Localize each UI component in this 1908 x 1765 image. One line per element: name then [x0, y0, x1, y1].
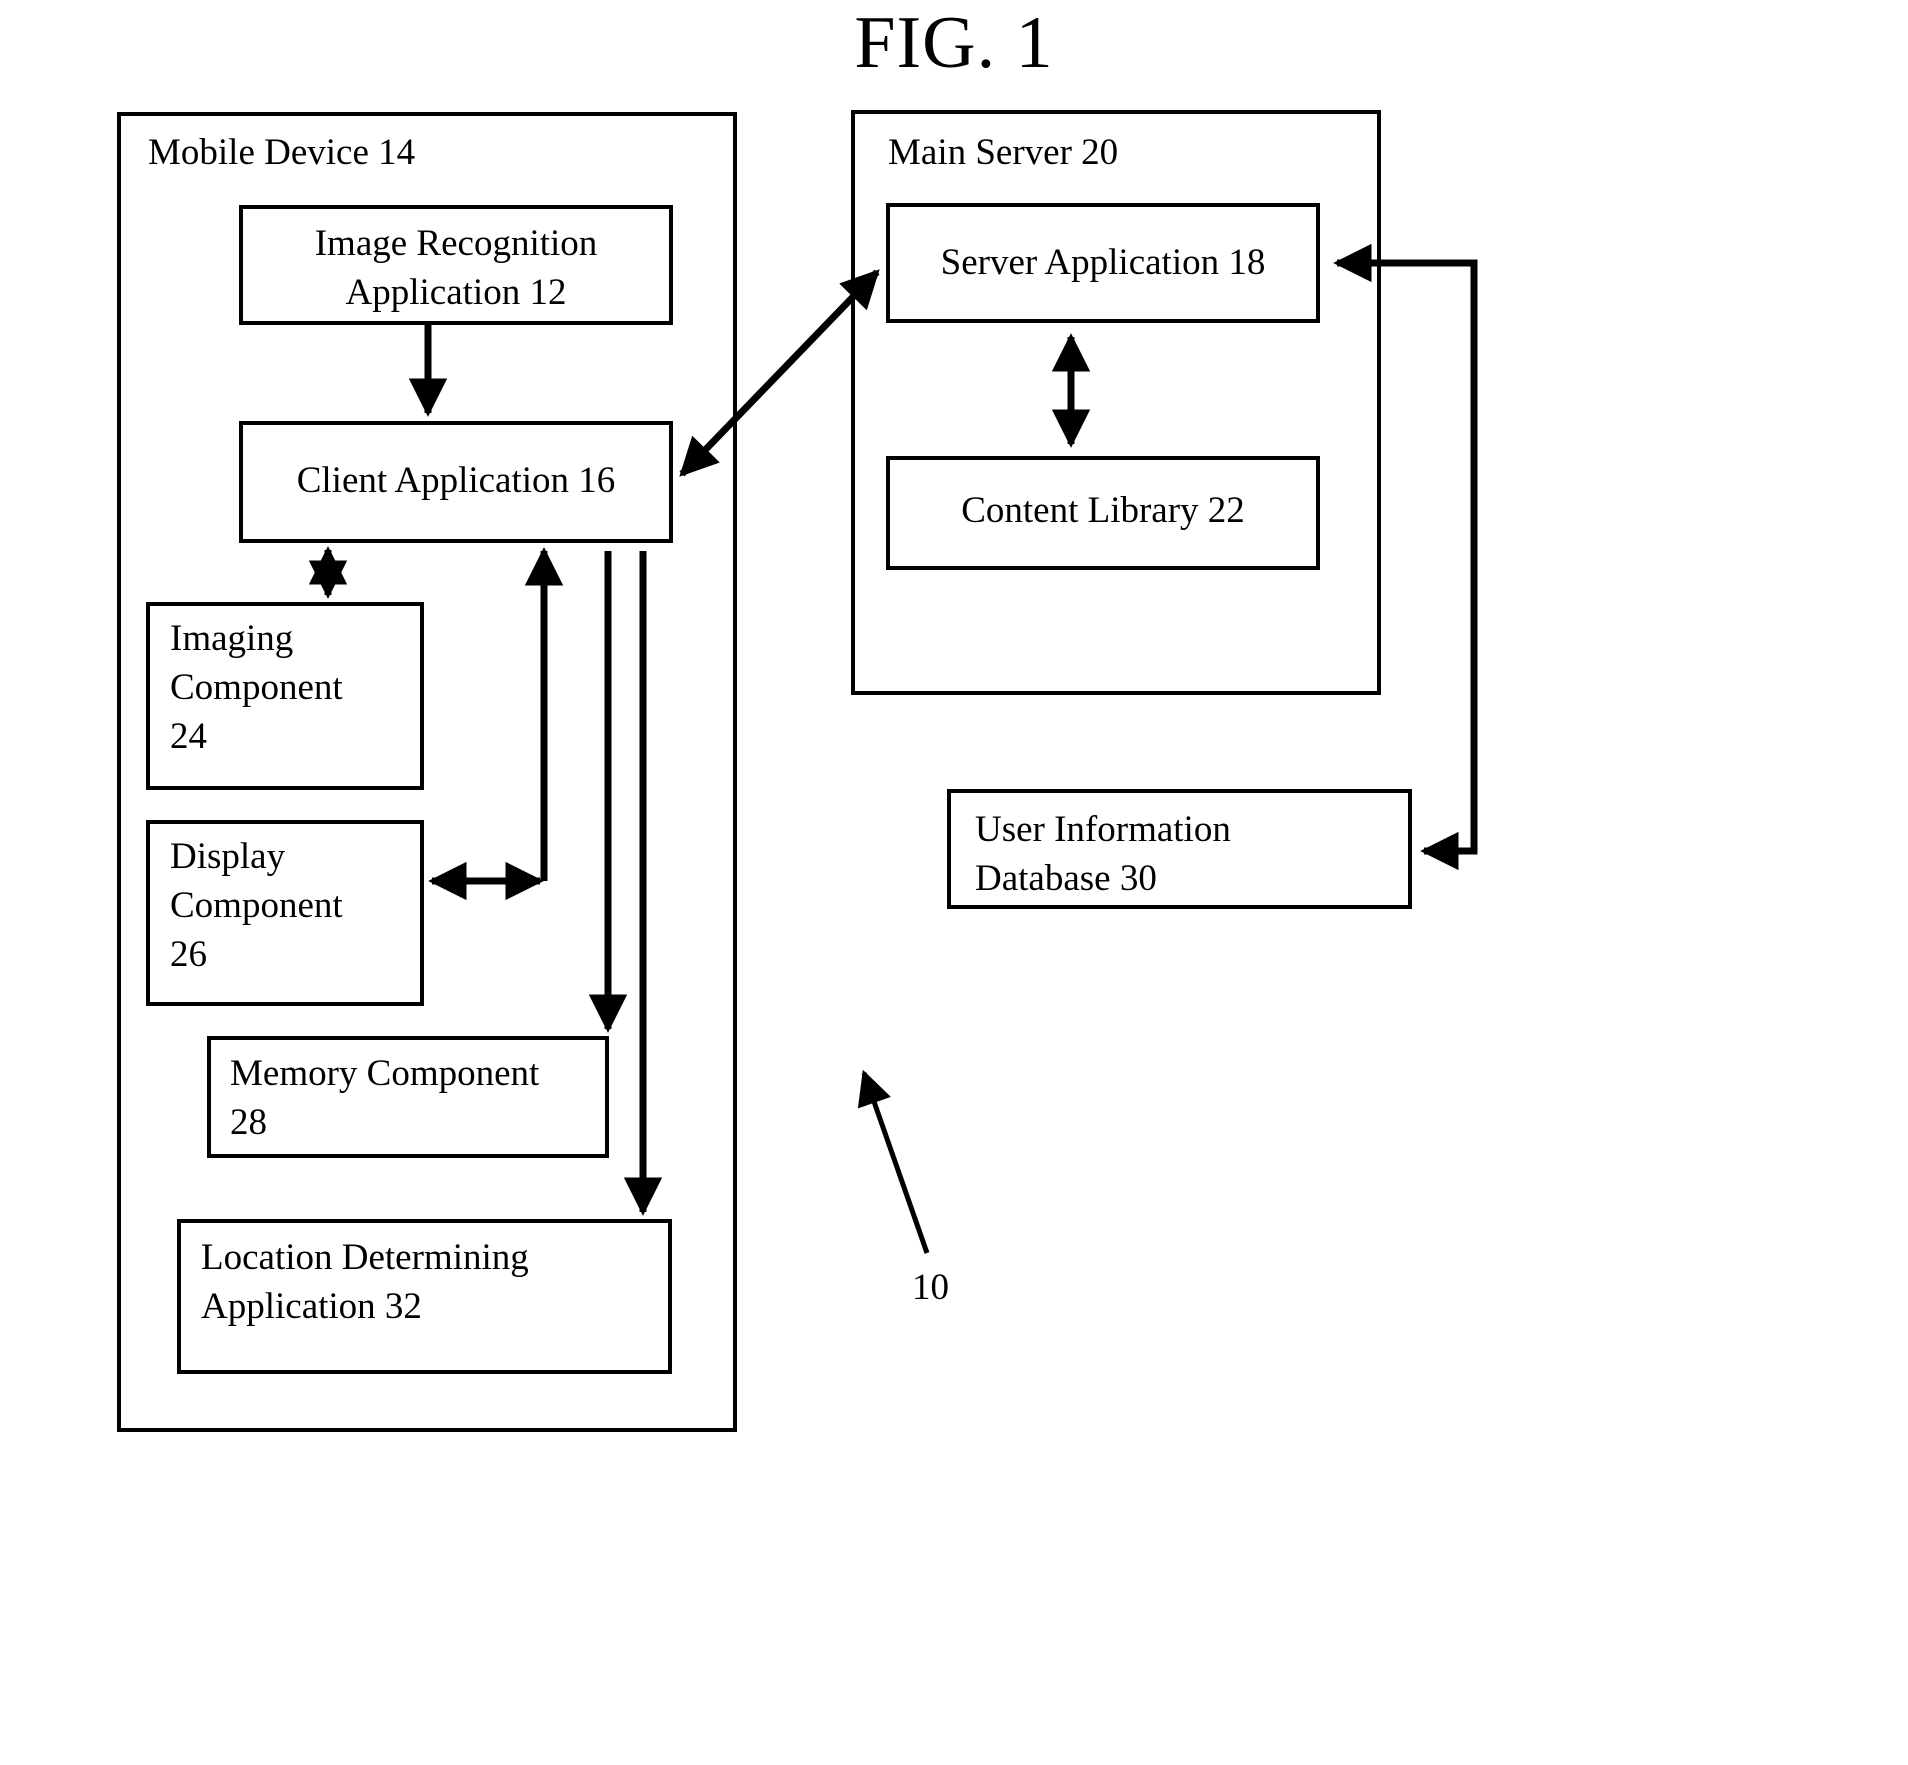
connector-system-reference-leader [857, 1069, 930, 1254]
client-application-label: Client Application 16 [296, 460, 616, 501]
main-server-label: Main Server 20 [888, 132, 1119, 173]
image-recognition-application-label: Image Recognition Application 12 [314, 223, 598, 313]
server-application-label: Server Application 18 [940, 242, 1266, 283]
main-server-container [851, 110, 1381, 695]
content-library-label: Content Library 22 [961, 490, 1245, 531]
figure-title: FIG. 1 [854, 2, 1054, 84]
display-component-label: Display Component 26 [170, 836, 343, 975]
imaging-component-label: Imaging Component 24 [170, 618, 343, 757]
memory-component-label: Memory Component 28 [230, 1053, 540, 1143]
mobile-device-label: Mobile Device 14 [148, 132, 416, 173]
user-information-database-label: User Information Database 30 [975, 809, 1231, 899]
patent-figure: FIG. 1 Mobile Device 14 Image Recognitio… [0, 0, 1908, 1765]
system-reference-numeral: 10 [912, 1267, 949, 1308]
location-determining-application-label: Location Determining Application 32 [201, 1237, 529, 1327]
